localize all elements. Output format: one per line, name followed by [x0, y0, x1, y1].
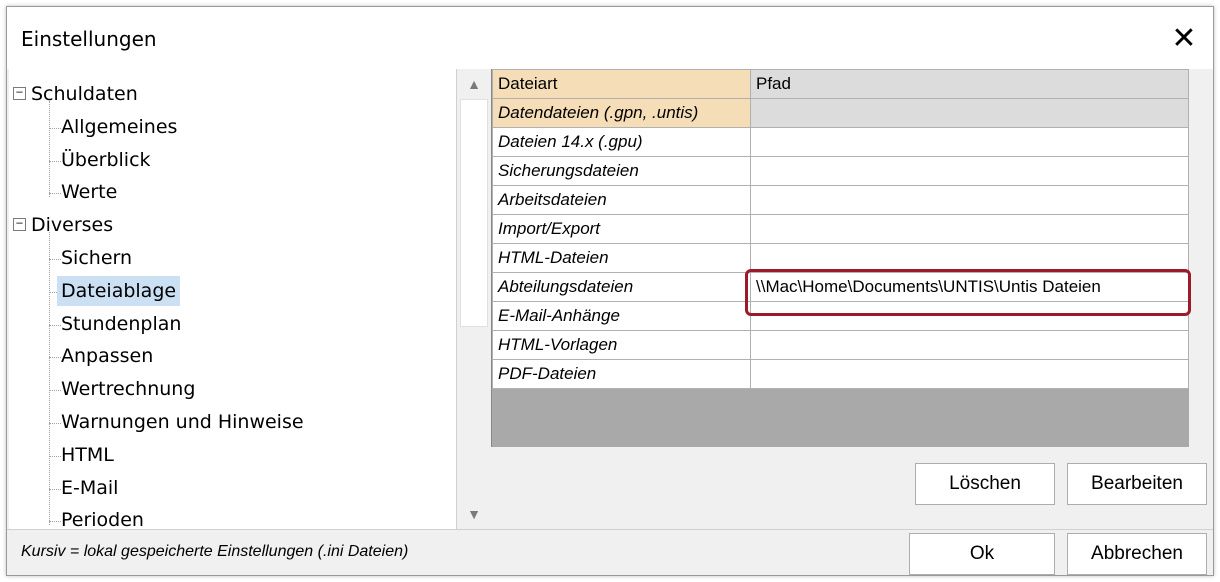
file-type-cell[interactable]: E-Mail-Anhänge — [492, 301, 751, 331]
table-row[interactable]: HTML-Dateien — [492, 243, 1189, 273]
path-cell[interactable] — [750, 127, 1189, 157]
tree-connector-line — [49, 101, 50, 198]
expander-icon[interactable]: − — [13, 217, 26, 232]
file-type-cell[interactable]: Arbeitsdateien — [492, 185, 751, 215]
expander-icon[interactable]: − — [13, 86, 26, 100]
file-type-cell[interactable]: Import/Export — [492, 214, 751, 244]
tree-item[interactable]: Warnungen und Hinweise — [57, 407, 308, 437]
table-row[interactable]: Sicherungsdateien — [492, 156, 1189, 186]
settings-tree: − Schuldaten Allgemeines Überblick Werte − Div… — [9, 69, 457, 529]
tree-item[interactable]: Wertrechnung — [57, 374, 199, 404]
file-type-cell[interactable]: Abteilungsdateien — [492, 272, 751, 302]
tree-connector-line — [49, 232, 50, 526]
path-cell[interactable] — [750, 214, 1189, 244]
tree-item[interactable]: Sichern — [57, 243, 136, 273]
table-row[interactable]: Arbeitsdateien — [492, 185, 1189, 215]
tree-item[interactable]: Allgemeines — [57, 112, 181, 142]
file-location-grid: Dateiart Pfad Datendateien (.gpn, .untis… — [491, 69, 1189, 447]
tree-item[interactable]: Perioden — [57, 505, 148, 529]
file-type-cell[interactable]: Sicherungsdateien — [492, 156, 751, 186]
path-cell[interactable] — [750, 359, 1189, 389]
path-cell[interactable] — [750, 185, 1189, 215]
settings-dialog: Einstellungen ✕ − Schuldaten Allgemeines Üb… — [6, 6, 1214, 576]
file-type-cell[interactable]: HTML-Vorlagen — [492, 330, 751, 360]
table-row[interactable]: Dateien 14.x (.gpu) — [492, 127, 1189, 157]
tree-item[interactable]: Überblick — [57, 145, 155, 175]
path-cell[interactable] — [750, 330, 1189, 360]
column-header-path[interactable]: Pfad — [750, 69, 1189, 99]
tree-item[interactable]: E-Mail — [57, 473, 122, 503]
close-icon[interactable]: ✕ — [1155, 7, 1213, 69]
table-row[interactable]: PDF-Dateien — [492, 359, 1189, 389]
file-type-cell[interactable]: PDF-Dateien — [492, 359, 751, 389]
table-row[interactable]: HTML-Vorlagen — [492, 330, 1189, 360]
column-header-file-type[interactable]: Dateiart — [492, 69, 751, 99]
path-cell[interactable] — [750, 301, 1189, 331]
table-row[interactable]: Abteilungsdateien \\Mac\Home\Documents\UN… — [492, 272, 1189, 302]
path-cell[interactable]: \\Mac\Home\Documents\UNTIS\Untis Dateien — [750, 272, 1189, 302]
tree-item[interactable]: Anpassen — [57, 341, 157, 371]
delete-button[interactable]: Löschen — [915, 463, 1055, 505]
path-cell[interactable] — [750, 243, 1189, 273]
title-bar: Einstellungen ✕ — [7, 7, 1213, 69]
file-type-cell[interactable]: HTML-Dateien — [492, 243, 751, 273]
table-row[interactable]: Datendateien (.gpn, .untis) — [492, 98, 1189, 128]
dialog-title: Einstellungen — [21, 27, 157, 51]
cancel-button[interactable]: Abbrechen — [1067, 533, 1207, 575]
tree-item[interactable]: HTML — [57, 440, 118, 470]
tree-item[interactable]: Werte — [57, 177, 121, 207]
scroll-thumb[interactable] — [460, 99, 488, 327]
scroll-up-icon[interactable]: ▲ — [458, 69, 490, 99]
tree-group-label[interactable]: Schuldaten — [27, 79, 142, 109]
tree-item[interactable]: Dateiablage — [57, 275, 181, 306]
footer-note: Kursiv = lokal gespeicherte Einstellunge… — [21, 543, 409, 560]
path-cell[interactable] — [750, 156, 1189, 186]
tree-group-label[interactable]: Diverses — [27, 210, 117, 240]
path-cell[interactable] — [750, 98, 1189, 128]
ok-button[interactable]: Ok — [909, 533, 1055, 575]
scroll-down-icon[interactable]: ▼ — [458, 499, 490, 529]
tree-scrollbar[interactable]: ▲ ▼ — [458, 69, 490, 529]
file-type-cell[interactable]: Dateien 14.x (.gpu) — [492, 127, 751, 157]
footer-divider — [7, 529, 1213, 530]
table-row[interactable]: E-Mail-Anhänge — [492, 301, 1189, 331]
file-type-cell[interactable]: Datendateien (.gpn, .untis) — [492, 98, 751, 128]
table-row[interactable]: Import/Export — [492, 214, 1189, 244]
edit-button[interactable]: Bearbeiten — [1067, 463, 1207, 505]
tree-item[interactable]: Stundenplan — [57, 309, 185, 339]
